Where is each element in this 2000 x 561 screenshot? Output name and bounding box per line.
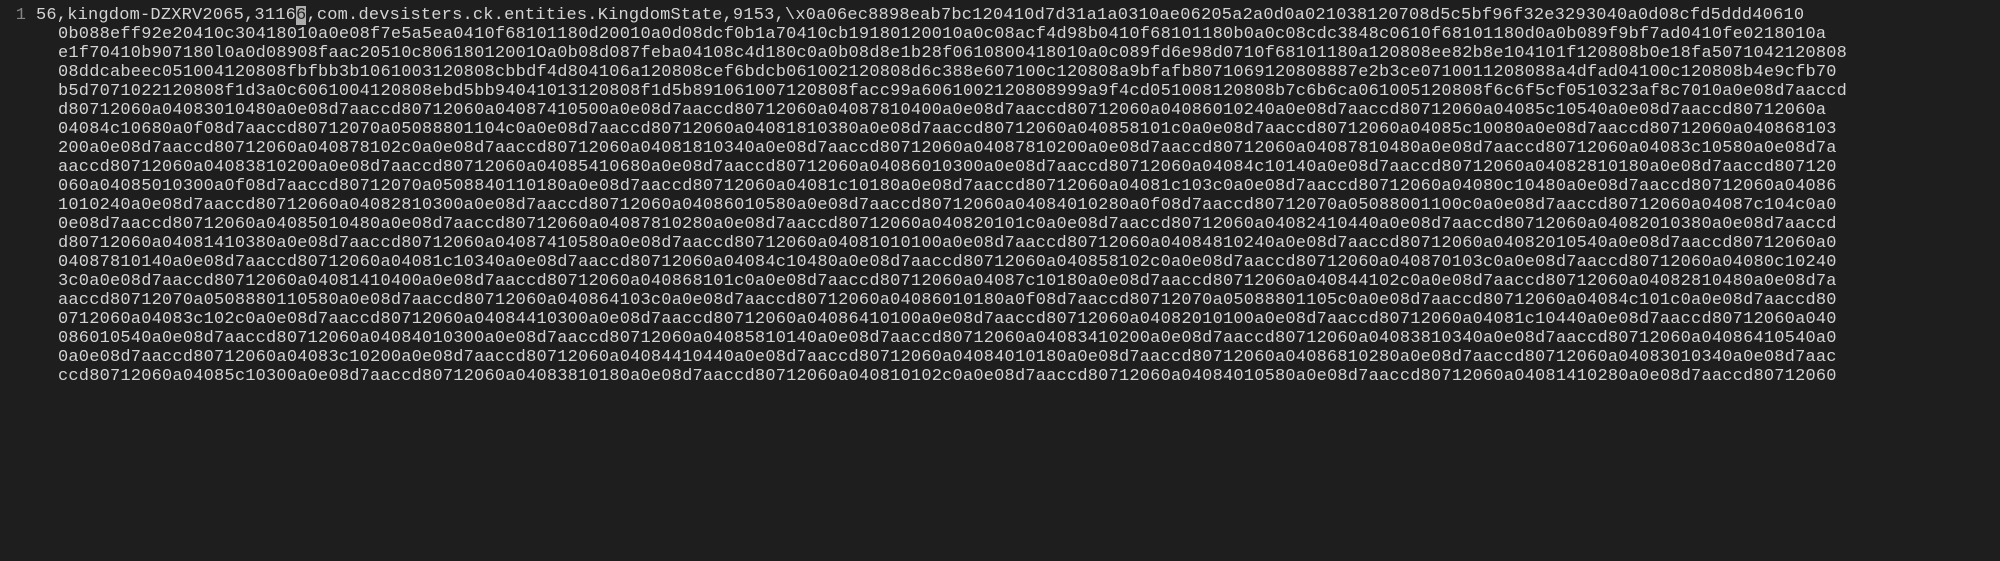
wrap-line: b5d7071022120808f1d3a0c6061004120808ebd5… [36,82,2000,101]
wrap-line: aaccd80712070a0508880110580a0e08d7aaccd8… [36,291,2000,310]
csv-row-suffix: ,com.devsisters.ck.entities.KingdomState… [306,6,1804,25]
wrap-line: 0a0e08d7aaccd80712060a04083c10200a0e08d7… [36,348,2000,367]
wrap-line: 200a0e08d7aaccd80712060a040878102c0a0e08… [36,139,2000,158]
line-number-gutter: 1 [0,0,36,561]
wrap-line: 0712060a04083c102c0a0e08d7aaccd80712060a… [36,310,2000,329]
data-line-1: 56,kingdom-DZXRV2065,31166,com.devsister… [36,6,2000,25]
line-number: 1 [0,6,26,25]
wrap-line: 04087810140a0e08d7aaccd80712060a04081c10… [36,253,2000,272]
wrap-line: 060a04085010300a0f08d7aaccd80712070a0508… [36,177,2000,196]
wrap-line: d80712060a04081410380a0e08d7aaccd8071206… [36,234,2000,253]
wrap-line: aaccd80712060a04083810200a0e08d7aaccd807… [36,158,2000,177]
wrap-line: 0e08d7aaccd80712060a04085010480a0e08d7aa… [36,215,2000,234]
cursor: 6 [296,6,306,25]
wrap-line: e1f70410b907180l0a0d08908faac20510c80618… [36,44,2000,63]
text-content[interactable]: 56,kingdom-DZXRV2065,31166,com.devsister… [36,0,2000,561]
wrap-line: 04084c10680a0f08d7aaccd80712070a05088801… [36,120,2000,139]
wrap-line: 086010540a0e08d7aaccd80712060a0408401030… [36,329,2000,348]
wrap-line: 1010240a0e08d7aaccd80712060a04082810300a… [36,196,2000,215]
editor[interactable]: 1 56,kingdom-DZXRV2065,31166,com.devsist… [0,0,2000,561]
wrap-line: 3c0a0e08d7aaccd80712060a04081410400a0e08… [36,272,2000,291]
wrap-line: 0b088eff92e20410c30418010a0e08f7e5a5ea04… [36,25,2000,44]
wrap-line: d80712060a04083010480a0e08d7aaccd8071206… [36,101,2000,120]
wrap-line: 08ddcabeec051004120808fbfbb3b10610031208… [36,63,2000,82]
csv-row-prefix: 56,kingdom-DZXRV2065,3116 [36,6,296,25]
wrap-line: ccd80712060a04085c10300a0e08d7aaccd80712… [36,367,2000,386]
